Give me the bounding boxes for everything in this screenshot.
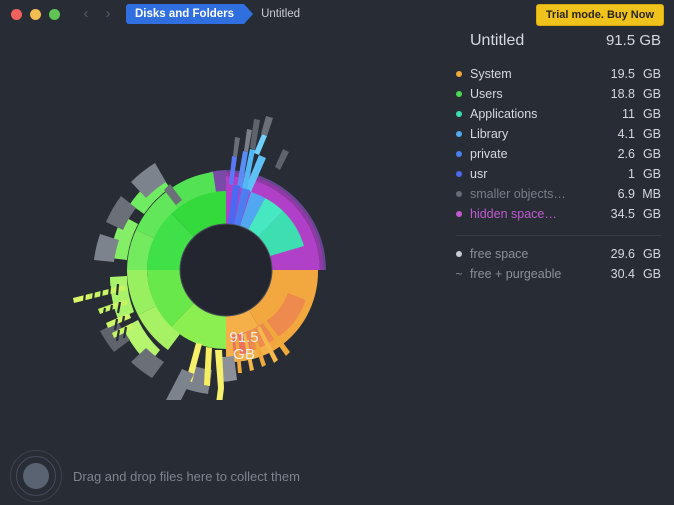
collect-target-ring-middle bbox=[16, 456, 56, 496]
legend-dot-hidden-space bbox=[456, 211, 462, 217]
legend-item-library[interactable]: Library 4.1 GB bbox=[456, 124, 661, 144]
legend-label-usr: usr bbox=[470, 167, 488, 181]
legend-dot-applications bbox=[456, 111, 462, 117]
breadcrumb-item-disks-and-folders[interactable]: Disks and Folders bbox=[126, 4, 254, 24]
collect-target-ring-inner bbox=[23, 463, 49, 489]
panel-total: 91.5 GB bbox=[605, 32, 661, 49]
legend-item-users[interactable]: Users 18.8 GB bbox=[456, 84, 661, 104]
free-space-list: free space 29.6 GB ~ free + purgeable 30… bbox=[455, 244, 662, 284]
breadcrumb-item-untitled[interactable]: Untitled bbox=[261, 8, 300, 20]
legend-label-users: Users bbox=[470, 87, 503, 101]
collect-target-icon[interactable] bbox=[10, 450, 62, 502]
legend-panel: Untitled 91.5 GB System 19.5 GB Users 18… bbox=[456, 32, 661, 284]
legend-dot-library bbox=[456, 131, 462, 137]
zoom-button[interactable] bbox=[49, 9, 60, 20]
legend-item-smaller-objects[interactable]: smaller objects… 6.9 MB bbox=[456, 184, 661, 204]
legend-item-applications[interactable]: Applications 11 GB bbox=[456, 104, 661, 124]
legend-label-applications: Applications bbox=[470, 107, 538, 121]
app-window: ‹ › Disks and Folders Untitled Trial mod… bbox=[0, 0, 674, 505]
legend-item-free-space[interactable]: free space 29.6 GB bbox=[456, 244, 661, 264]
legend-list: System 19.5 GB Users 18.8 GB Application… bbox=[456, 64, 661, 224]
legend-separator bbox=[456, 235, 661, 236]
legend-label-private: private bbox=[470, 147, 508, 161]
legend-dot-private bbox=[456, 151, 462, 157]
legend-item-free-purgeable[interactable]: ~ free + purgeable 30.4 GB bbox=[455, 264, 662, 284]
drop-zone-label: Drag and drop files here to collect them bbox=[73, 468, 300, 484]
back-arrow-icon[interactable]: ‹ bbox=[80, 5, 92, 23]
forward-arrow-icon[interactable]: › bbox=[102, 5, 114, 23]
legend-amount-system: 19.5 GB bbox=[610, 67, 661, 81]
legend-amount-applications: 11 GB bbox=[622, 107, 661, 121]
legend-dot-users bbox=[456, 91, 462, 97]
legend-label-library: Library bbox=[470, 127, 509, 141]
legend-dot-usr bbox=[456, 171, 462, 177]
legend-dot-system bbox=[456, 71, 462, 77]
legend-item-usr[interactable]: usr 1 GB bbox=[456, 164, 661, 184]
traffic-lights bbox=[11, 9, 60, 20]
legend-label-free-space: free space bbox=[470, 247, 529, 261]
legend-item-hidden-space[interactable]: hidden space… 34.5 GB bbox=[456, 204, 661, 224]
legend-amount-free-space: 29.6 GB bbox=[610, 247, 661, 261]
legend-amount-private: 2.6 GB bbox=[617, 147, 661, 161]
minimize-button[interactable] bbox=[30, 9, 41, 20]
legend-item-system[interactable]: System 19.5 GB bbox=[456, 64, 661, 84]
panel-title: Untitled bbox=[470, 32, 525, 49]
legend-label-free-purgeable: free + purgeable bbox=[470, 267, 562, 281]
legend-item-private[interactable]: private 2.6 GB bbox=[456, 144, 661, 164]
navigation-arrows: ‹ › bbox=[80, 5, 114, 23]
sunburst-svg bbox=[73, 116, 326, 400]
donut-hole bbox=[179, 223, 273, 317]
legend-dot-free-space bbox=[456, 251, 462, 257]
legend-label-hidden-space: hidden space… bbox=[470, 207, 557, 221]
drop-zone[interactable]: Drag and drop files here to collect them bbox=[10, 450, 300, 502]
tilde-icon: ~ bbox=[455, 267, 463, 281]
panel-header: Untitled 91.5 GB bbox=[456, 32, 661, 50]
breadcrumb: Disks and Folders Untitled bbox=[126, 4, 300, 24]
legend-amount-free-purgeable: 30.4 GB bbox=[610, 267, 661, 281]
legend-label-system: System bbox=[470, 67, 512, 81]
legend-amount-users: 18.8 GB bbox=[610, 87, 661, 101]
legend-amount-library: 4.1 GB bbox=[617, 127, 661, 141]
legend-label-smaller-objects: smaller objects… bbox=[470, 187, 566, 201]
close-button[interactable] bbox=[11, 9, 22, 20]
title-bar: ‹ › Disks and Folders Untitled Trial mod… bbox=[0, 0, 674, 28]
legend-amount-usr: 1 GB bbox=[628, 167, 661, 181]
legend-amount-hidden-space: 34.5 GB bbox=[610, 207, 661, 221]
trial-buy-now-button[interactable]: Trial mode. Buy Now bbox=[535, 4, 664, 26]
legend-dot-smaller-objects bbox=[456, 191, 462, 197]
sunburst-chart[interactable]: 91.5 GB bbox=[20, 100, 340, 400]
legend-amount-smaller-objects: 6.9 MB bbox=[617, 187, 661, 201]
